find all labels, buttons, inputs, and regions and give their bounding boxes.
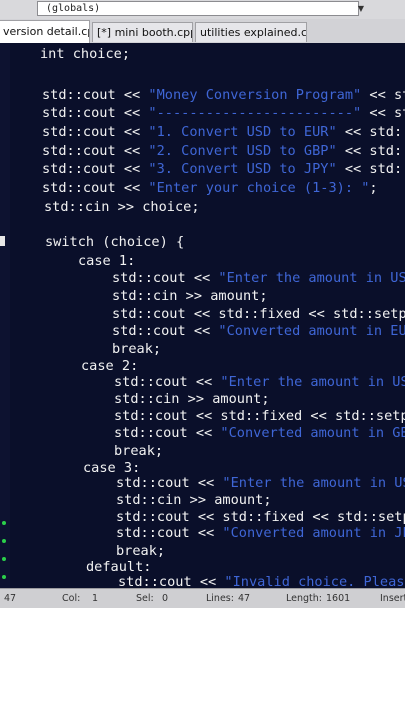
screen-bezel xyxy=(0,608,405,720)
breakpoint-marker-icon xyxy=(2,557,6,561)
status-col-label: Col: xyxy=(62,593,81,604)
code-line: std::cout << "Converted amount in EUR: xyxy=(112,323,405,339)
status-sel-value: 0 xyxy=(162,593,169,604)
code-line: break; xyxy=(112,341,162,357)
status-bar: 47 Col: 1 Sel: 0 Lines: 47 Length: 1601 … xyxy=(0,588,405,608)
code-line: std::cout << "Converted amount in JPY: xyxy=(116,525,405,541)
file-tab-bar: version detail.cpp [*] mini booth.cpp ut… xyxy=(0,19,405,44)
editor-gutter xyxy=(0,43,10,588)
code-line: std::cout << "Converted amount in GBP: xyxy=(114,425,405,441)
code-line: std::cin >> choice; xyxy=(44,199,200,215)
breakpoint-marker-icon xyxy=(2,575,6,579)
code-line: std::cout << "2. Convert USD to GBP" << … xyxy=(42,143,405,159)
code-line: std::cout << "3. Convert USD to JPY" << … xyxy=(42,161,405,177)
globals-label: (globals) xyxy=(46,3,101,14)
globals-dropdown[interactable]: (globals) xyxy=(37,1,359,16)
tab-mini-booth[interactable]: [*] mini booth.cpp xyxy=(92,22,193,42)
status-length-label: Length: xyxy=(286,593,322,604)
code-line: std::cout << "Invalid choice. Please se xyxy=(118,574,405,588)
tab-label: [*] mini booth.cpp xyxy=(97,26,193,39)
code-line: std::cout << std::fixed << std::setpre xyxy=(114,408,405,424)
code-line: std::cout << "Enter the amount in USD: xyxy=(116,475,405,491)
code-line: std::cout << "1. Convert USD to EUR" << … xyxy=(42,124,405,140)
top-toolbar: (globals) ▼ xyxy=(0,0,405,20)
code-line: std::cout << "Enter your choice (1-3): "… xyxy=(42,180,378,196)
status-lines-label: Lines: xyxy=(206,593,234,604)
status-lines-value: 47 xyxy=(238,593,251,604)
code-line: switch (choice) { xyxy=(45,234,185,250)
breakpoint-marker-icon xyxy=(2,521,6,525)
status-sel-label: Sel: xyxy=(136,593,154,604)
code-line: std::cin >> amount; xyxy=(114,391,270,407)
code-line: std::cout << "Money Conversion Program" … xyxy=(42,87,405,103)
chevron-down-icon[interactable]: ▼ xyxy=(354,1,368,16)
code-line: int choice; xyxy=(40,46,131,62)
code-line: std::cin >> amount; xyxy=(112,288,268,304)
code-line: break; xyxy=(114,443,164,459)
status-insert-mode: Insert xyxy=(380,593,405,604)
code-line: std::cout << "------------------------" … xyxy=(42,105,405,121)
status-col-value: 1 xyxy=(92,593,99,604)
status-length-value: 1601 xyxy=(326,593,351,604)
tab-label: version detail.cpp xyxy=(3,25,89,38)
code-line: std::cout << std::fixed << std::setpre xyxy=(112,306,405,322)
breakpoint-marker-icon xyxy=(2,539,6,543)
code-line: std::cout << "Enter the amount in USD: xyxy=(114,374,405,390)
tab-label: utilities explained.cpp xyxy=(200,26,307,39)
fold-marker-icon[interactable] xyxy=(0,236,5,246)
tab-version-detail[interactable]: version detail.cpp xyxy=(0,20,90,43)
code-line: std::cout << "Enter the amount in USD: xyxy=(112,270,405,286)
tab-utilities-explained[interactable]: utilities explained.cpp xyxy=(195,22,307,42)
code-editor[interactable]: int choice; std::cout << "Money Conversi… xyxy=(0,43,405,588)
status-line-value: 47 xyxy=(4,593,17,604)
code-line: case 1: xyxy=(78,253,136,269)
code-line: std::cin >> amount; xyxy=(116,492,272,508)
